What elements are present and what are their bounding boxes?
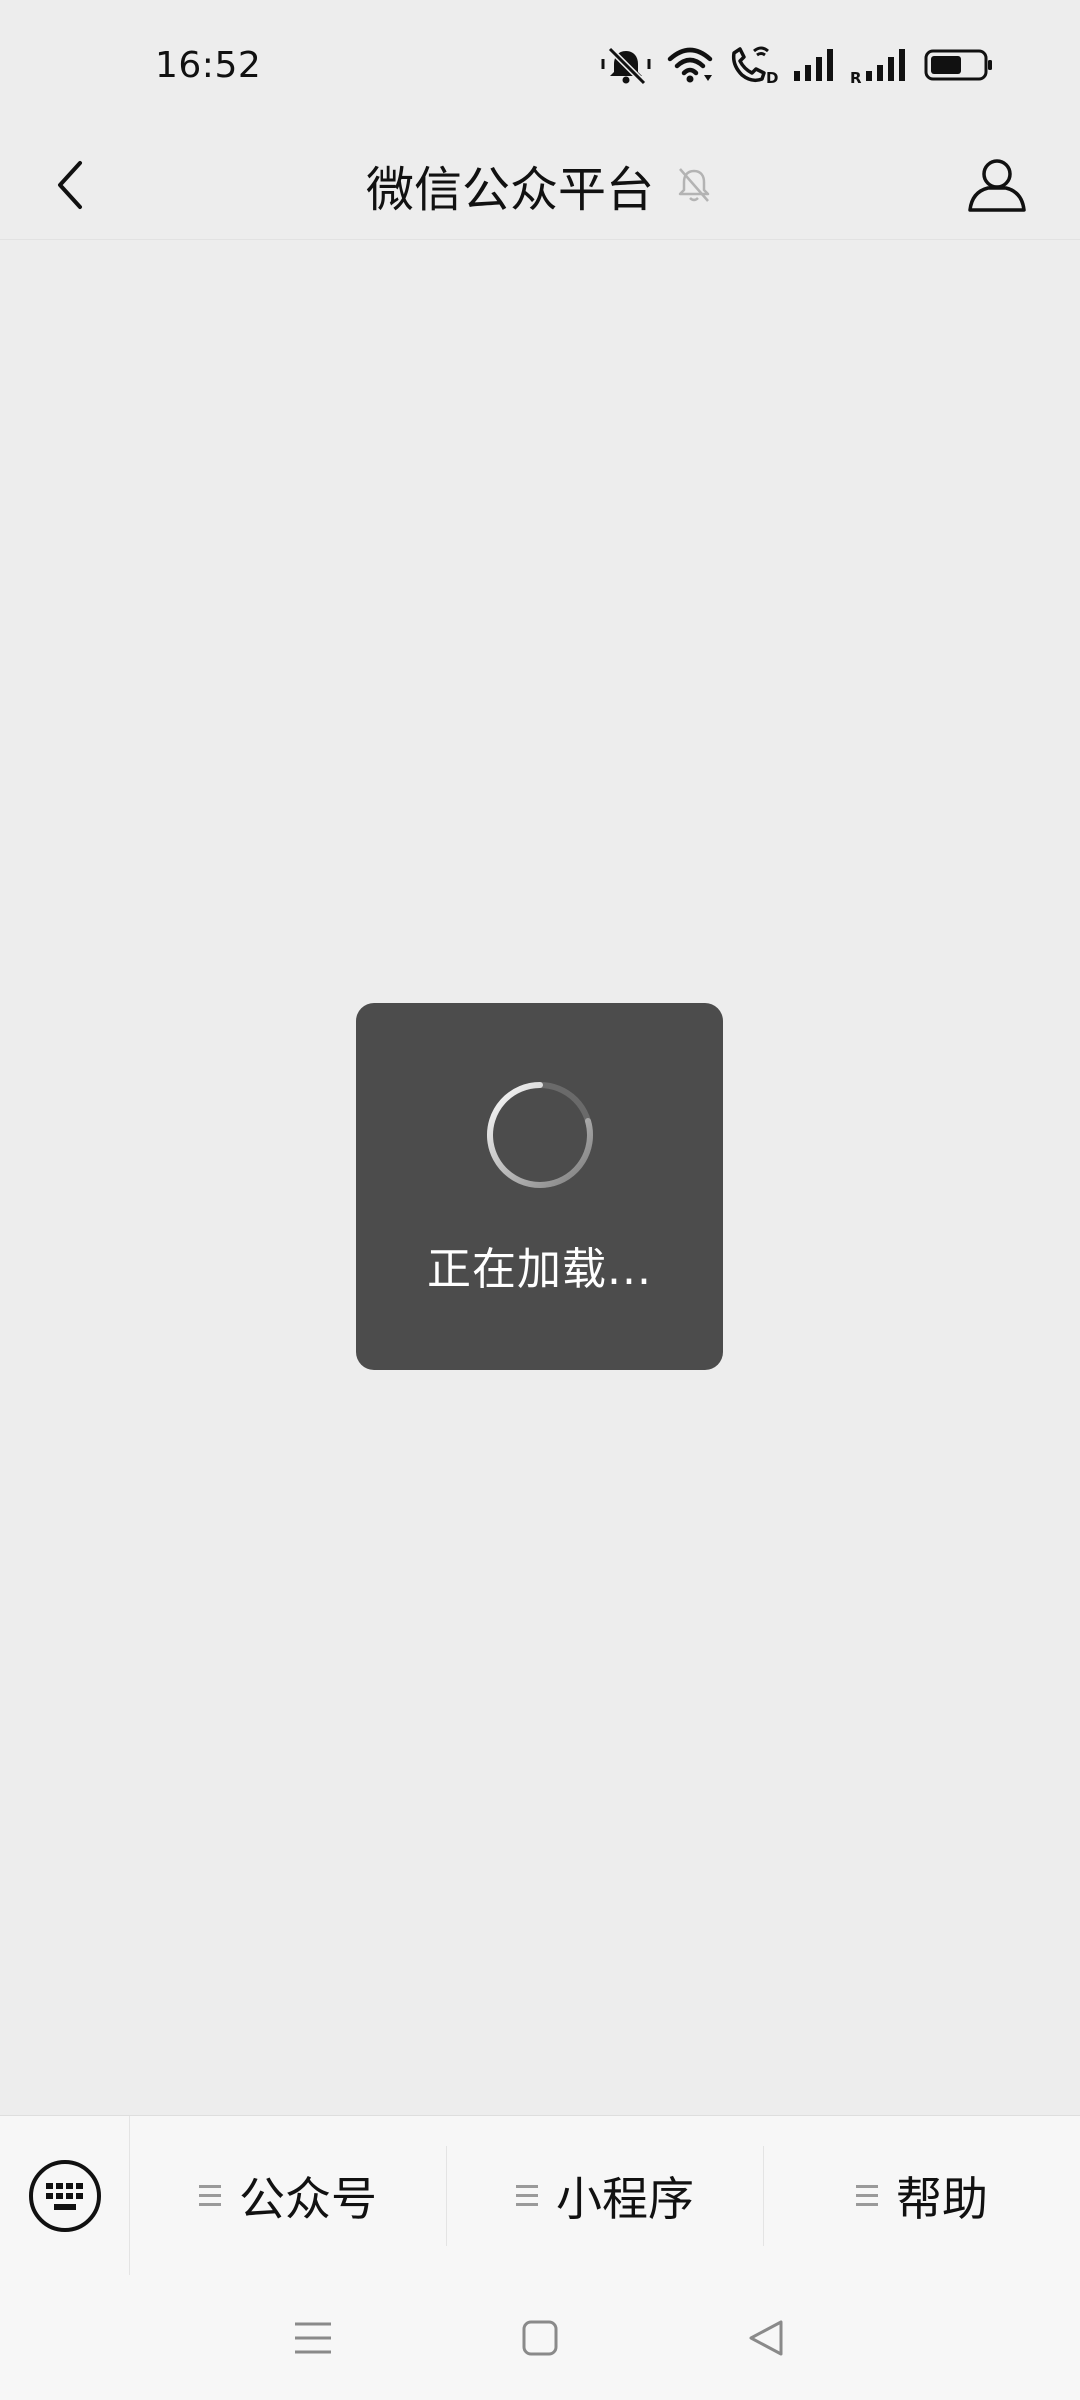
menu-item-label: 公众号 bbox=[239, 2171, 377, 2226]
status-bar: 16:52 D R bbox=[0, 0, 1080, 130]
title-wrap: 微信公众平台 bbox=[0, 130, 1080, 240]
signal-icon bbox=[794, 49, 833, 81]
menu-item-mini-program[interactable]: 小程序 bbox=[447, 2145, 764, 2246]
wifi-icon bbox=[667, 47, 713, 83]
home-icon bbox=[522, 2320, 558, 2355]
screen: 16:52 D R 微信公众平台 正在加载... 公众号 小程序 帮助 bbox=[0, 0, 1080, 2400]
menu-item-official-account[interactable]: 公众号 bbox=[130, 2145, 447, 2246]
keyboard-button[interactable] bbox=[0, 2115, 130, 2276]
user-icon bbox=[968, 159, 1026, 212]
muted-bell-icon bbox=[678, 168, 710, 202]
menu-item-help[interactable]: 帮助 bbox=[764, 2146, 1080, 2246]
status-time: 16:52 bbox=[155, 44, 262, 86]
page-title: 微信公众平台 bbox=[365, 162, 654, 218]
battery-icon bbox=[924, 49, 992, 81]
menu-lines-icon bbox=[516, 2185, 538, 2206]
menu-icon bbox=[295, 2322, 332, 2353]
svg-text:D: D bbox=[766, 69, 778, 85]
keyboard-icon bbox=[28, 2159, 101, 2232]
nav-back-button[interactable] bbox=[717, 2293, 817, 2383]
menu-item-label: 小程序 bbox=[556, 2171, 694, 2226]
svg-text:R: R bbox=[850, 69, 862, 85]
nav-home-button[interactable] bbox=[490, 2293, 590, 2383]
nav-menu-button[interactable] bbox=[263, 2293, 363, 2383]
mute-bell-icon bbox=[601, 46, 651, 85]
loading-toast: 正在加载... bbox=[356, 1003, 723, 1370]
menu-lines-icon bbox=[199, 2185, 221, 2206]
status-icons: D R bbox=[600, 45, 994, 85]
profile-button[interactable] bbox=[954, 142, 1040, 228]
menu-lines-icon bbox=[856, 2185, 878, 2206]
wifi-call-icon: D bbox=[731, 46, 778, 85]
back-triangle-icon bbox=[749, 2320, 783, 2355]
loading-text: 正在加载... bbox=[427, 1244, 652, 1295]
menu-item-label: 帮助 bbox=[896, 2171, 988, 2226]
roaming-signal-icon: R bbox=[850, 49, 905, 85]
header: 微信公众平台 bbox=[0, 130, 1080, 240]
system-nav-bar bbox=[0, 2275, 1080, 2400]
loading-spinner-icon bbox=[486, 1082, 593, 1188]
bottom-menu: 公众号 小程序 帮助 bbox=[0, 2115, 1080, 2276]
